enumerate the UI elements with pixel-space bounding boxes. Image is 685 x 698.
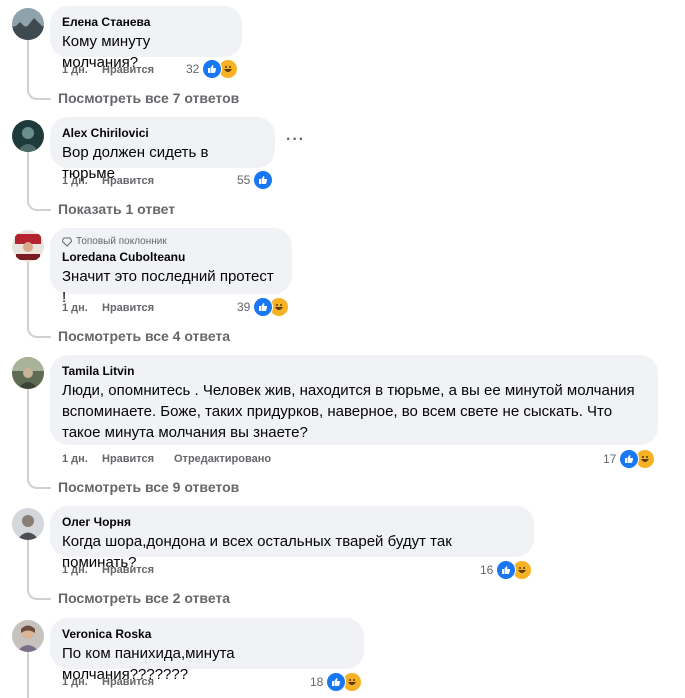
comment-bubble: Alex Chirilovici Вор должен сидеть в тюр… bbox=[50, 117, 275, 182]
avatar-image bbox=[12, 8, 44, 40]
comment-author[interactable]: Alex Chirilovici bbox=[62, 125, 263, 141]
comment-bubble: Топовый поклонник Loredana Cubolteanu Зн… bbox=[50, 228, 292, 306]
comment-bubble: Олег Чорня Когда шора,дондона и всех ост… bbox=[50, 506, 534, 571]
edited-label[interactable]: Отредактировано bbox=[174, 451, 271, 467]
thread-elbow bbox=[27, 86, 51, 100]
thread-line bbox=[27, 152, 29, 197]
comment-author[interactable]: Veronica Roska bbox=[62, 626, 352, 642]
reaction-count: 55 bbox=[237, 173, 251, 187]
comment-age[interactable]: 1 дн. bbox=[62, 62, 102, 78]
avatar[interactable] bbox=[12, 620, 44, 652]
comment-bubble: Tamila Litvin Люди, опомнитесь . Человек… bbox=[50, 355, 658, 445]
comment-bubble: Елена Станева Кому минуту молчания? bbox=[50, 6, 242, 71]
view-replies-link[interactable]: Посмотреть все 2 ответа bbox=[58, 589, 230, 607]
thread-line bbox=[27, 652, 29, 698]
like-button[interactable]: Нравится bbox=[102, 62, 174, 78]
reactions-summary[interactable]: 18 bbox=[310, 672, 363, 692]
view-replies-link[interactable]: Посмотреть все 9 ответов bbox=[58, 478, 239, 496]
comment-author[interactable]: Tamila Litvin bbox=[62, 363, 646, 379]
like-button[interactable]: Нравится bbox=[102, 451, 174, 467]
like-reaction-icon bbox=[326, 672, 347, 692]
like-reaction-icon bbox=[496, 560, 517, 580]
thread-elbow bbox=[27, 586, 51, 600]
reaction-count: 39 bbox=[237, 300, 251, 314]
top-fan-badge: Топовый поклонник bbox=[62, 235, 280, 249]
reaction-count: 18 bbox=[310, 675, 324, 689]
comment-actions: 1 дн. Нравится bbox=[62, 674, 174, 690]
reactions-summary[interactable]: 16 bbox=[480, 560, 533, 580]
comment-bubble: Veronica Roska По ком панихида,минута мо… bbox=[50, 618, 364, 683]
avatar[interactable] bbox=[12, 357, 44, 389]
avatar-image bbox=[12, 508, 44, 540]
like-button[interactable]: Нравится bbox=[102, 674, 174, 690]
comment-author[interactable]: Loredana Cubolteanu bbox=[62, 249, 280, 265]
avatar-image bbox=[12, 620, 44, 652]
avatar-image bbox=[12, 230, 44, 262]
comment-actions: 1 дн. Нравится bbox=[62, 562, 174, 578]
comment-actions: 1 дн. Нравится Отредактировано bbox=[62, 451, 271, 467]
like-button[interactable]: Нравится bbox=[102, 562, 174, 578]
comment-text-line: вспоминаете. Боже, таких придурков, наве… bbox=[62, 403, 613, 420]
comment-actions: 1 дн. Нравится bbox=[62, 62, 174, 78]
reaction-count: 16 bbox=[480, 563, 494, 577]
comment-author[interactable]: Олег Чорня bbox=[62, 514, 522, 530]
view-replies-link[interactable]: Показать 1 ответ bbox=[58, 200, 175, 218]
like-button[interactable]: Нравится bbox=[102, 173, 174, 189]
thread-elbow bbox=[27, 475, 51, 489]
like-reaction-icon bbox=[202, 59, 223, 79]
like-button[interactable]: Нравится bbox=[102, 300, 174, 316]
comment-actions: 1 дн. Нравится bbox=[62, 173, 174, 189]
comment-author[interactable]: Елена Станева bbox=[62, 14, 230, 30]
reactions-summary[interactable]: 39 bbox=[237, 297, 290, 317]
more-options-icon[interactable]: ··· bbox=[286, 131, 305, 149]
avatar[interactable] bbox=[12, 230, 44, 262]
badge-label: Топовый поклонник bbox=[76, 236, 167, 247]
avatar-image bbox=[12, 357, 44, 389]
comment-age[interactable]: 1 дн. bbox=[62, 562, 102, 578]
diamond-icon bbox=[62, 237, 72, 247]
thread-elbow bbox=[27, 197, 51, 211]
comment-age[interactable]: 1 дн. bbox=[62, 674, 102, 690]
thread-line bbox=[27, 389, 29, 475]
avatar[interactable] bbox=[12, 8, 44, 40]
like-reaction-icon bbox=[253, 297, 274, 317]
view-replies-link[interactable]: Посмотреть все 4 ответа bbox=[58, 327, 230, 345]
reactions-summary[interactable]: 32 bbox=[186, 59, 239, 79]
reactions-summary[interactable]: 17 bbox=[603, 449, 656, 469]
like-reaction-icon bbox=[253, 170, 274, 190]
reactions-summary[interactable]: 55 bbox=[237, 170, 274, 190]
like-reaction-icon bbox=[619, 449, 640, 469]
comment-text-line: такое минута молчания вы знаете? bbox=[62, 424, 308, 441]
comment-age[interactable]: 1 дн. bbox=[62, 173, 102, 189]
thread-elbow bbox=[27, 324, 51, 338]
avatar-image bbox=[12, 120, 44, 152]
avatar[interactable] bbox=[12, 508, 44, 540]
comment-age[interactable]: 1 дн. bbox=[62, 300, 102, 316]
avatar[interactable] bbox=[12, 120, 44, 152]
reaction-count: 17 bbox=[603, 452, 617, 466]
thread-line bbox=[27, 540, 29, 586]
comment-age[interactable]: 1 дн. bbox=[62, 451, 102, 467]
comment-text-line: Люди, опомнитесь . Человек жив, находитс… bbox=[62, 382, 635, 399]
view-replies-link[interactable]: Посмотреть все 7 ответов bbox=[58, 89, 239, 107]
comment-actions: 1 дн. Нравится bbox=[62, 300, 174, 316]
thread-line bbox=[27, 262, 29, 324]
reaction-count: 32 bbox=[186, 62, 200, 76]
thread-line bbox=[27, 40, 29, 86]
